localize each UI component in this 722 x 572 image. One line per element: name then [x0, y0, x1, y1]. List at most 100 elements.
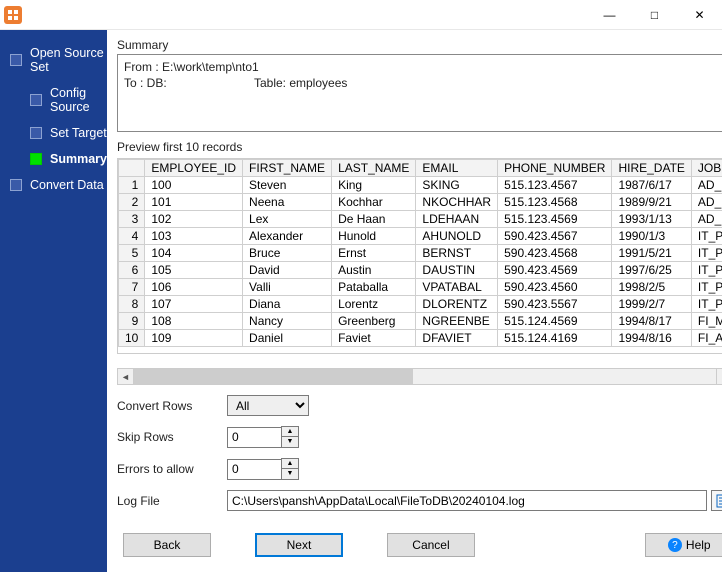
cell[interactable]: 1993/1/13	[612, 211, 691, 228]
cell[interactable]: 515.124.4569	[498, 313, 612, 330]
cell[interactable]: Austin	[332, 262, 416, 279]
cell[interactable]: 1990/1/3	[612, 228, 691, 245]
table-row[interactable]: 9108NancyGreenbergNGREENBE515.124.456919…	[118, 313, 722, 330]
cell[interactable]: AD_	[691, 177, 722, 194]
cell[interactable]: 515.123.4569	[498, 211, 612, 228]
sidebar-item-set-target[interactable]: Set Target	[0, 120, 107, 146]
sidebar-item-convert-data[interactable]: Convert Data	[0, 172, 107, 198]
column-header[interactable]: HIRE_DATE	[612, 160, 691, 177]
horizontal-scrollbar[interactable]: ◄ ►	[117, 368, 722, 385]
cell[interactable]: AD_	[691, 194, 722, 211]
cell[interactable]: FI_A	[691, 330, 722, 347]
cell[interactable]: 515.123.4567	[498, 177, 612, 194]
window-close-button[interactable]: ✕	[677, 0, 722, 30]
cell[interactable]: 1994/8/17	[612, 313, 691, 330]
sidebar-item-summary[interactable]: Summary	[0, 146, 107, 172]
cell[interactable]: Hunold	[332, 228, 416, 245]
cell[interactable]: 1987/6/17	[612, 177, 691, 194]
cell[interactable]: IT_P	[691, 228, 722, 245]
help-button[interactable]: ? Help	[645, 533, 722, 557]
next-button[interactable]: Next	[255, 533, 343, 557]
spin-up-icon[interactable]: ▲	[282, 427, 298, 437]
convert-rows-select[interactable]: All	[227, 395, 309, 416]
cell[interactable]: 104	[145, 245, 243, 262]
scroll-left-icon[interactable]: ◄	[117, 368, 134, 385]
cell[interactable]: 106	[145, 279, 243, 296]
cell[interactable]: NKOCHHAR	[416, 194, 498, 211]
cell[interactable]: 590.423.4569	[498, 262, 612, 279]
scroll-thumb[interactable]	[134, 369, 413, 384]
cell[interactable]: IT_P	[691, 296, 722, 313]
cell[interactable]: De Haan	[332, 211, 416, 228]
window-maximize-button[interactable]: □	[632, 0, 677, 30]
table-row[interactable]: 3102LexDe HaanLDEHAAN515.123.45691993/1/…	[118, 211, 722, 228]
table-row[interactable]: 1100StevenKingSKING515.123.45671987/6/17…	[118, 177, 722, 194]
cell[interactable]: 108	[145, 313, 243, 330]
cell[interactable]: 590.423.4567	[498, 228, 612, 245]
cell[interactable]: Lorentz	[332, 296, 416, 313]
cell[interactable]: 102	[145, 211, 243, 228]
cell[interactable]: VPATABAL	[416, 279, 498, 296]
column-header[interactable]: EMAIL	[416, 160, 498, 177]
column-header[interactable]: PHONE_NUMBER	[498, 160, 612, 177]
table-row[interactable]: 4103AlexanderHunoldAHUNOLD590.423.456719…	[118, 228, 722, 245]
skip-rows-spinner[interactable]: ▲▼	[227, 426, 299, 448]
cell[interactable]: DAUSTIN	[416, 262, 498, 279]
cell[interactable]: 590.423.4568	[498, 245, 612, 262]
table-row[interactable]: 8107DianaLorentzDLORENTZ590.423.55671999…	[118, 296, 722, 313]
logfile-input[interactable]	[227, 490, 707, 511]
cancel-button[interactable]: Cancel	[387, 533, 475, 557]
cell[interactable]: Diana	[243, 296, 332, 313]
column-header[interactable]: LAST_NAME	[332, 160, 416, 177]
cell[interactable]: Faviet	[332, 330, 416, 347]
cell[interactable]: 1999/2/7	[612, 296, 691, 313]
cell[interactable]: Daniel	[243, 330, 332, 347]
table-row[interactable]: 10109DanielFavietDFAVIET515.124.41691994…	[118, 330, 722, 347]
table-row[interactable]: 5104BruceErnstBERNST590.423.45681991/5/2…	[118, 245, 722, 262]
cell[interactable]: IT_P	[691, 279, 722, 296]
sidebar-item-config-source[interactable]: Config Source	[0, 80, 107, 120]
cell[interactable]: Pataballa	[332, 279, 416, 296]
table-row[interactable]: 6105DavidAustinDAUSTIN590.423.45691997/6…	[118, 262, 722, 279]
cell[interactable]: Bruce	[243, 245, 332, 262]
cell[interactable]: Greenberg	[332, 313, 416, 330]
cell[interactable]: 100	[145, 177, 243, 194]
errors-spinner[interactable]: ▲▼	[227, 458, 299, 480]
back-button[interactable]: Back	[123, 533, 211, 557]
scroll-track[interactable]	[134, 368, 716, 385]
cell[interactable]: BERNST	[416, 245, 498, 262]
cell[interactable]: DLORENTZ	[416, 296, 498, 313]
cell[interactable]: 1997/6/25	[612, 262, 691, 279]
cell[interactable]: Neena	[243, 194, 332, 211]
cell[interactable]: David	[243, 262, 332, 279]
spin-down-icon[interactable]: ▼	[282, 437, 298, 447]
cell[interactable]: AHUNOLD	[416, 228, 498, 245]
cell[interactable]: Ernst	[332, 245, 416, 262]
cell[interactable]: 1989/9/21	[612, 194, 691, 211]
cell[interactable]: 109	[145, 330, 243, 347]
cell[interactable]: 590.423.4560	[498, 279, 612, 296]
cell[interactable]: IT_P	[691, 262, 722, 279]
cell[interactable]: Steven	[243, 177, 332, 194]
cell[interactable]: 1991/5/21	[612, 245, 691, 262]
cell[interactable]: 105	[145, 262, 243, 279]
cell[interactable]: 101	[145, 194, 243, 211]
cell[interactable]: 515.123.4568	[498, 194, 612, 211]
column-header[interactable]: JOB	[691, 160, 722, 177]
cell[interactable]: 107	[145, 296, 243, 313]
cell[interactable]: FI_M	[691, 313, 722, 330]
cell[interactable]: Valli	[243, 279, 332, 296]
cell[interactable]: IT_P	[691, 245, 722, 262]
preview-grid[interactable]: EMPLOYEE_IDFIRST_NAMELAST_NAMEEMAILPHONE…	[117, 158, 722, 354]
cell[interactable]: 1994/8/16	[612, 330, 691, 347]
column-header[interactable]: FIRST_NAME	[243, 160, 332, 177]
cell[interactable]: 590.423.5567	[498, 296, 612, 313]
cell[interactable]: DFAVIET	[416, 330, 498, 347]
errors-input[interactable]	[227, 459, 281, 480]
cell[interactable]: Nancy	[243, 313, 332, 330]
cell[interactable]: LDEHAAN	[416, 211, 498, 228]
table-row[interactable]: 7106ValliPataballaVPATABAL590.423.456019…	[118, 279, 722, 296]
scroll-right-icon[interactable]: ►	[716, 368, 722, 385]
cell[interactable]: King	[332, 177, 416, 194]
spin-up-icon[interactable]: ▲	[282, 459, 298, 469]
